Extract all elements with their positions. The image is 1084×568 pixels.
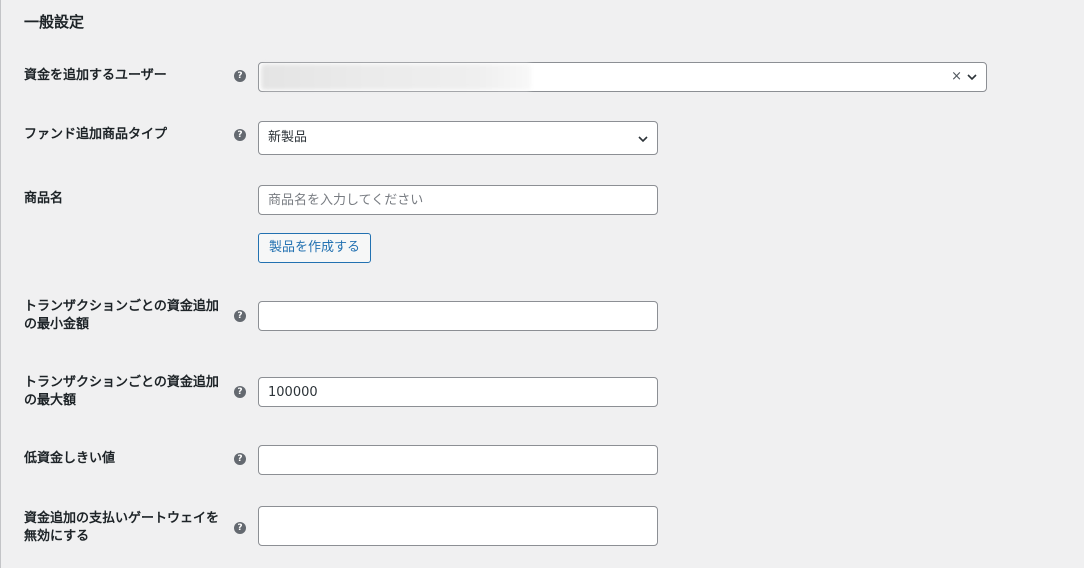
create-product-button[interactable]: 製品を作成する	[258, 233, 372, 263]
chevron-down-icon	[638, 136, 648, 143]
disable-gateways-label: 資金追加の支払いゲートウェイを無効にする	[24, 511, 220, 544]
product-name-label: 商品名	[24, 191, 64, 206]
product-type-label: ファンド追加商品タイプ	[24, 127, 168, 142]
user-select[interactable]: ×	[258, 62, 987, 92]
low-threshold-label: 低資金しきい値	[24, 451, 116, 466]
help-icon[interactable]: ?	[234, 453, 246, 465]
redacted-user-value	[261, 64, 531, 90]
max-amount-label: トランザクションごとの資金追加の最大額	[24, 375, 219, 408]
clear-selection-icon[interactable]: ×	[951, 68, 962, 86]
help-icon[interactable]: ?	[234, 70, 246, 82]
help-icon[interactable]: ?	[234, 386, 246, 398]
product-name-input[interactable]	[258, 185, 658, 215]
disable-gateways-multiselect[interactable]	[258, 506, 658, 546]
product-type-select[interactable]: 新製品	[258, 121, 658, 155]
min-amount-input[interactable]	[258, 301, 658, 331]
min-amount-label: トランザクションごとの資金追加の最小金額	[24, 299, 219, 332]
section-title: 一般設定	[24, 13, 85, 31]
product-type-value: 新製品	[268, 130, 308, 145]
user-label: 資金を追加するユーザー	[24, 68, 167, 83]
low-threshold-input[interactable]	[258, 445, 658, 475]
chevron-down-icon[interactable]	[966, 71, 978, 83]
settings-page: 一般設定 資金を追加するユーザー ? × ファンド追加商品タイプ ? 新製品 商…	[0, 0, 1084, 568]
help-icon[interactable]: ?	[234, 522, 246, 534]
help-icon[interactable]: ?	[234, 310, 246, 322]
max-amount-input[interactable]	[258, 377, 658, 407]
help-icon[interactable]: ?	[234, 129, 246, 141]
